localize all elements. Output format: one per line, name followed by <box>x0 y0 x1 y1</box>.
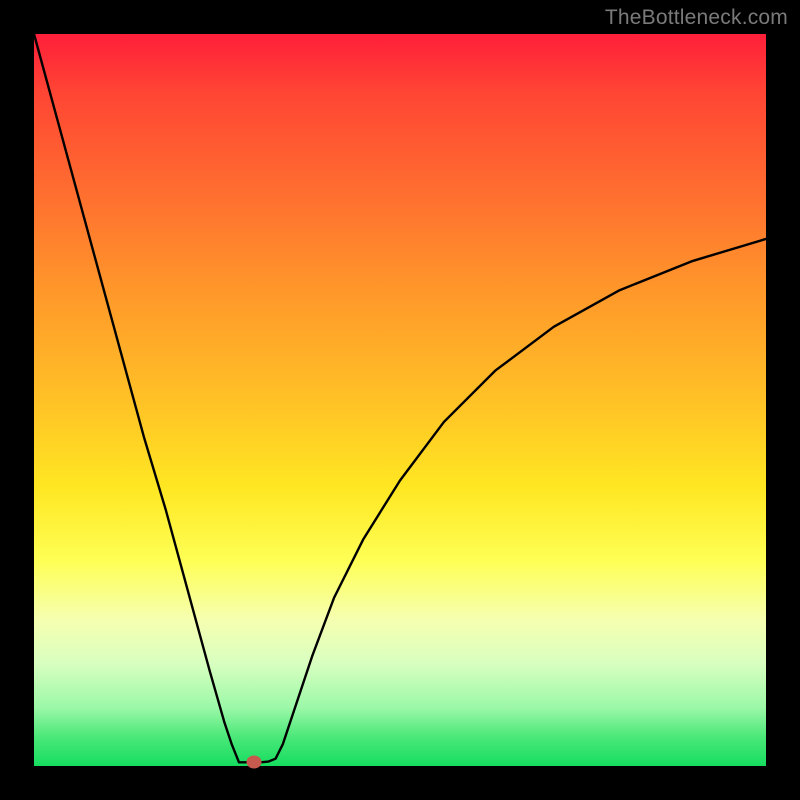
optimum-marker <box>246 756 261 769</box>
watermark-text: TheBottleneck.com <box>605 6 788 30</box>
chart-frame: TheBottleneck.com <box>0 0 800 800</box>
plot-area <box>34 34 766 766</box>
bottleneck-curve <box>34 34 766 766</box>
